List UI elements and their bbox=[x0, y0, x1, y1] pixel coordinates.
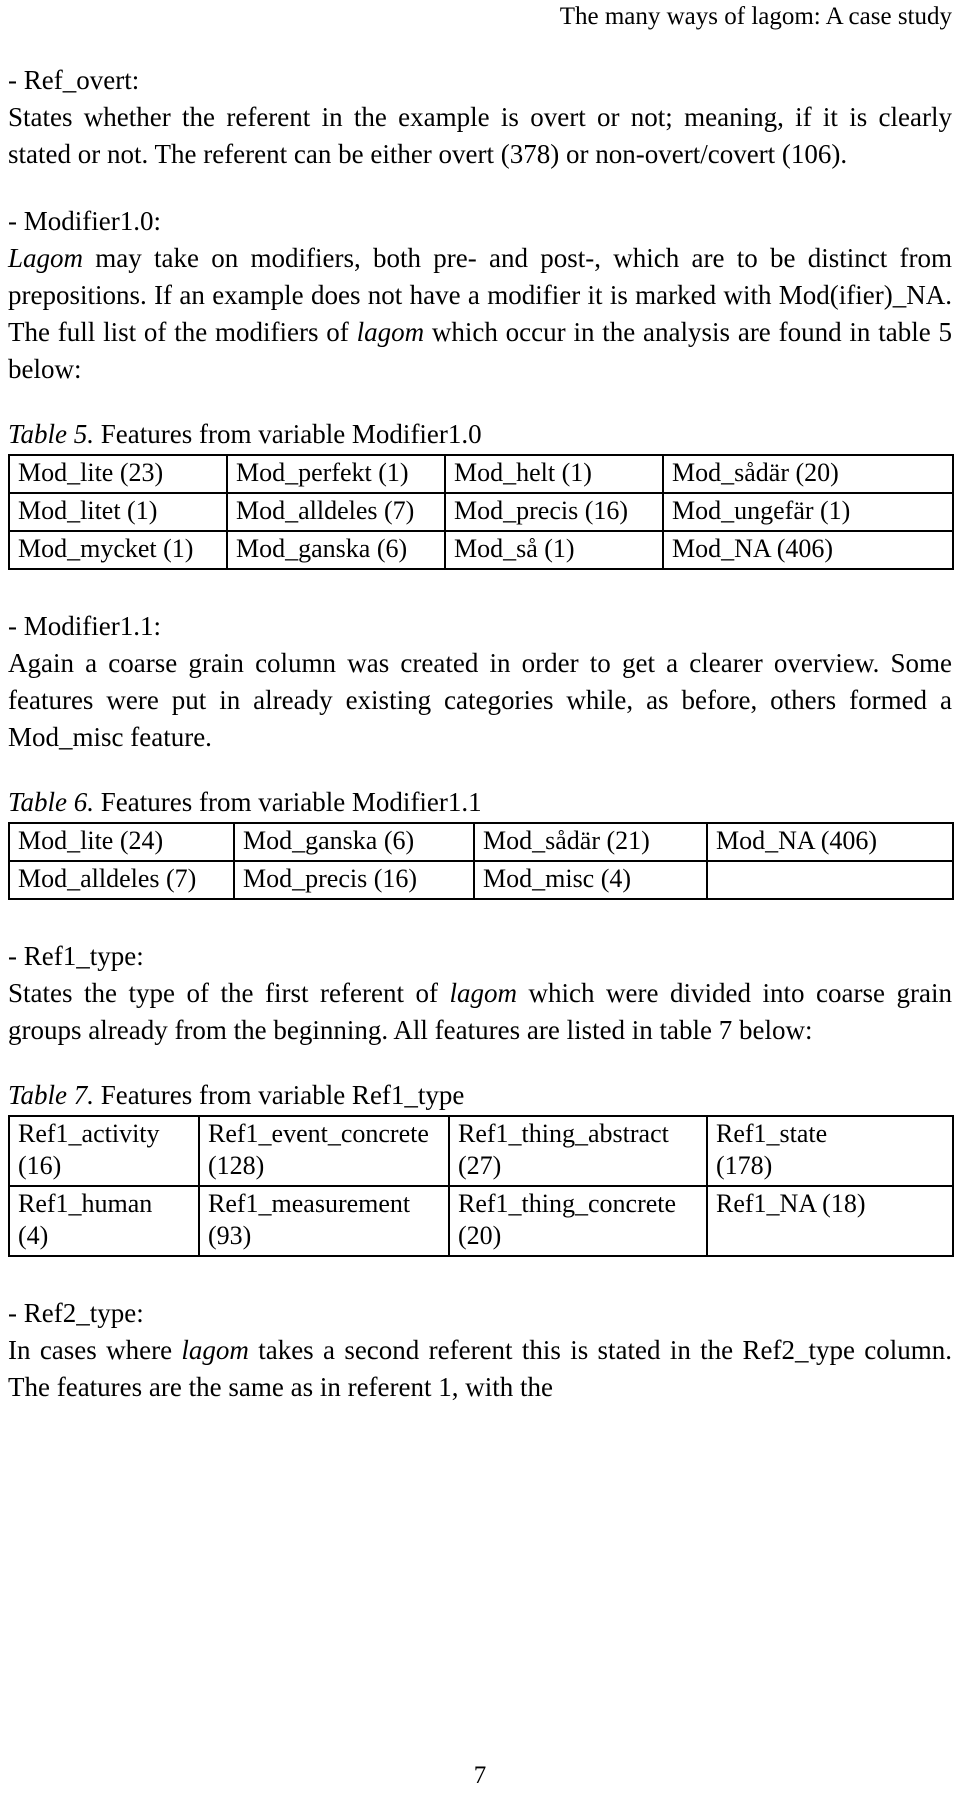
feature-name: Ref1_measurement bbox=[208, 1189, 411, 1218]
running-header: The many ways of lagom: A case study bbox=[559, 3, 952, 30]
table-cell: Mod_precis (16) bbox=[233, 860, 475, 900]
table-cell: Mod_sådär (20) bbox=[662, 454, 954, 494]
feature-name: Ref1_activity bbox=[18, 1119, 160, 1148]
section-body-modifier-1-0: Lagom may take on modifiers, both pre- a… bbox=[8, 240, 952, 388]
section-body-ref-overt: States whether the referent in the examp… bbox=[8, 102, 952, 169]
table-row: Mod_lite (23) Mod_perfekt (1) Mod_helt (… bbox=[8, 454, 954, 494]
ref2-type-text-1: In cases where bbox=[8, 1335, 182, 1365]
table-6-caption-label: Table 6. bbox=[8, 787, 95, 817]
table-cell: Mod_misc (4) bbox=[473, 860, 708, 900]
table-6-caption: Table 6. Features from variable Modifier… bbox=[8, 786, 952, 819]
section-heading-ref-overt: - Ref_overt: bbox=[8, 65, 140, 95]
table-cell: Mod_ungefär (1) bbox=[662, 492, 954, 532]
italic-lagom-3: lagom bbox=[181, 1335, 249, 1365]
table-cell: Mod_NA (406) bbox=[706, 822, 954, 862]
section-heading-ref2-type: - Ref2_type: bbox=[8, 1298, 144, 1328]
feature-count: (16) bbox=[18, 1151, 62, 1180]
page-number: 7 bbox=[473, 1762, 487, 1789]
table-cell: Ref1_state (178) bbox=[706, 1115, 954, 1187]
table-cell: Mod_precis (16) bbox=[444, 492, 664, 532]
table-row: Ref1_human (4) Ref1_measurement (93) Ref… bbox=[8, 1185, 954, 1257]
section-body-ref1-type: States the type of the first referent of… bbox=[8, 975, 952, 1049]
table-cell: Mod_perfekt (1) bbox=[226, 454, 446, 494]
table-5-caption-text: Features from variable Modifier1.0 bbox=[94, 419, 482, 449]
document-page: The many ways of lagom: A case study - R… bbox=[0, 0, 960, 1799]
table-7-caption: Table 7. Features from variable Ref1_typ… bbox=[8, 1079, 952, 1112]
table-cell: Mod_lite (24) bbox=[8, 822, 235, 862]
feature-count: (20) bbox=[458, 1221, 502, 1250]
table-cell: Ref1_thing_abstract (27) bbox=[448, 1115, 708, 1187]
feature-name: Ref1_human bbox=[18, 1189, 153, 1218]
section-heading-modifier-1-1: - Modifier1.1: bbox=[8, 611, 161, 641]
table-7-caption-text: Features from variable Ref1_type bbox=[94, 1080, 465, 1110]
table-cell: Mod_litet (1) bbox=[8, 492, 228, 532]
table-cell: Mod_lite (23) bbox=[8, 454, 228, 494]
table-row: Mod_lite (24) Mod_ganska (6) Mod_sådär (… bbox=[8, 822, 954, 862]
table-cell: Mod_ganska (6) bbox=[233, 822, 475, 862]
feature-name: Ref1_state bbox=[716, 1119, 828, 1148]
feature-count: (178) bbox=[716, 1151, 773, 1180]
section-heading-modifier-1-0: - Modifier1.0: bbox=[8, 206, 161, 236]
table-5: Mod_lite (23) Mod_perfekt (1) Mod_helt (… bbox=[8, 454, 954, 570]
table-row: Ref1_activity (16) Ref1_event_concrete (… bbox=[8, 1115, 954, 1187]
table-cell: Mod_så (1) bbox=[444, 530, 664, 570]
feature-name: Ref1_thing_abstract bbox=[458, 1119, 669, 1148]
table-6-caption-text: Features from variable Modifier1.1 bbox=[94, 787, 482, 817]
table-cell: Ref1_human (4) bbox=[8, 1185, 200, 1257]
table-7-caption-label: Table 7. bbox=[8, 1080, 95, 1110]
feature-count: (27) bbox=[458, 1151, 502, 1180]
section-body-ref2-type: In cases where lagom takes a second refe… bbox=[8, 1332, 952, 1406]
section-heading-ref1-type: - Ref1_type: bbox=[8, 941, 144, 971]
feature-count: (4) bbox=[18, 1221, 49, 1250]
feature-name: Ref1_event_concrete bbox=[208, 1119, 429, 1148]
table-cell-empty bbox=[706, 860, 954, 900]
table-6: Mod_lite (24) Mod_ganska (6) Mod_sådär (… bbox=[8, 822, 954, 900]
table-cell: Mod_sådär (21) bbox=[473, 822, 708, 862]
table-row: Mod_litet (1) Mod_alldeles (7) Mod_preci… bbox=[8, 492, 954, 532]
table-cell: Mod_mycket (1) bbox=[8, 530, 228, 570]
feature-count: (93) bbox=[208, 1221, 252, 1250]
table-row: Mod_mycket (1) Mod_ganska (6) Mod_så (1)… bbox=[8, 530, 954, 570]
table-cell: Mod_NA (406) bbox=[662, 530, 954, 570]
feature-name: Ref1_thing_concrete bbox=[458, 1189, 677, 1218]
table-cell: Mod_ganska (6) bbox=[226, 530, 446, 570]
table-row: Mod_alldeles (7) Mod_precis (16) Mod_mis… bbox=[8, 860, 954, 900]
page-content: - Ref_overt: States whether the referent… bbox=[8, 62, 954, 1406]
table-cell: Ref1_thing_concrete (20) bbox=[448, 1185, 708, 1257]
section-body-modifier-1-1: Again a coarse grain column was created … bbox=[8, 648, 952, 752]
italic-lagom-2: lagom bbox=[449, 978, 518, 1008]
feature-name: Ref1_NA (18) bbox=[716, 1189, 866, 1218]
table-cell: Ref1_measurement (93) bbox=[198, 1185, 450, 1257]
table-5-caption: Table 5. Features from variable Modifier… bbox=[8, 418, 952, 451]
table-cell: Mod_alldeles (7) bbox=[226, 492, 446, 532]
table-cell: Mod_alldeles (7) bbox=[8, 860, 235, 900]
table-cell: Mod_helt (1) bbox=[444, 454, 664, 494]
table-cell: Ref1_event_concrete (128) bbox=[198, 1115, 450, 1187]
table-7: Ref1_activity (16) Ref1_event_concrete (… bbox=[8, 1115, 954, 1257]
feature-count: (128) bbox=[208, 1151, 265, 1180]
table-cell: Ref1_NA (18) bbox=[706, 1185, 954, 1257]
ref1-type-text-1: States the type of the first referent of bbox=[8, 978, 450, 1008]
italic-lagom-lead: Lagom bbox=[8, 243, 84, 273]
italic-lagom-1: lagom bbox=[356, 317, 425, 347]
table-5-caption-label: Table 5. bbox=[8, 419, 95, 449]
table-cell: Ref1_activity (16) bbox=[8, 1115, 200, 1187]
